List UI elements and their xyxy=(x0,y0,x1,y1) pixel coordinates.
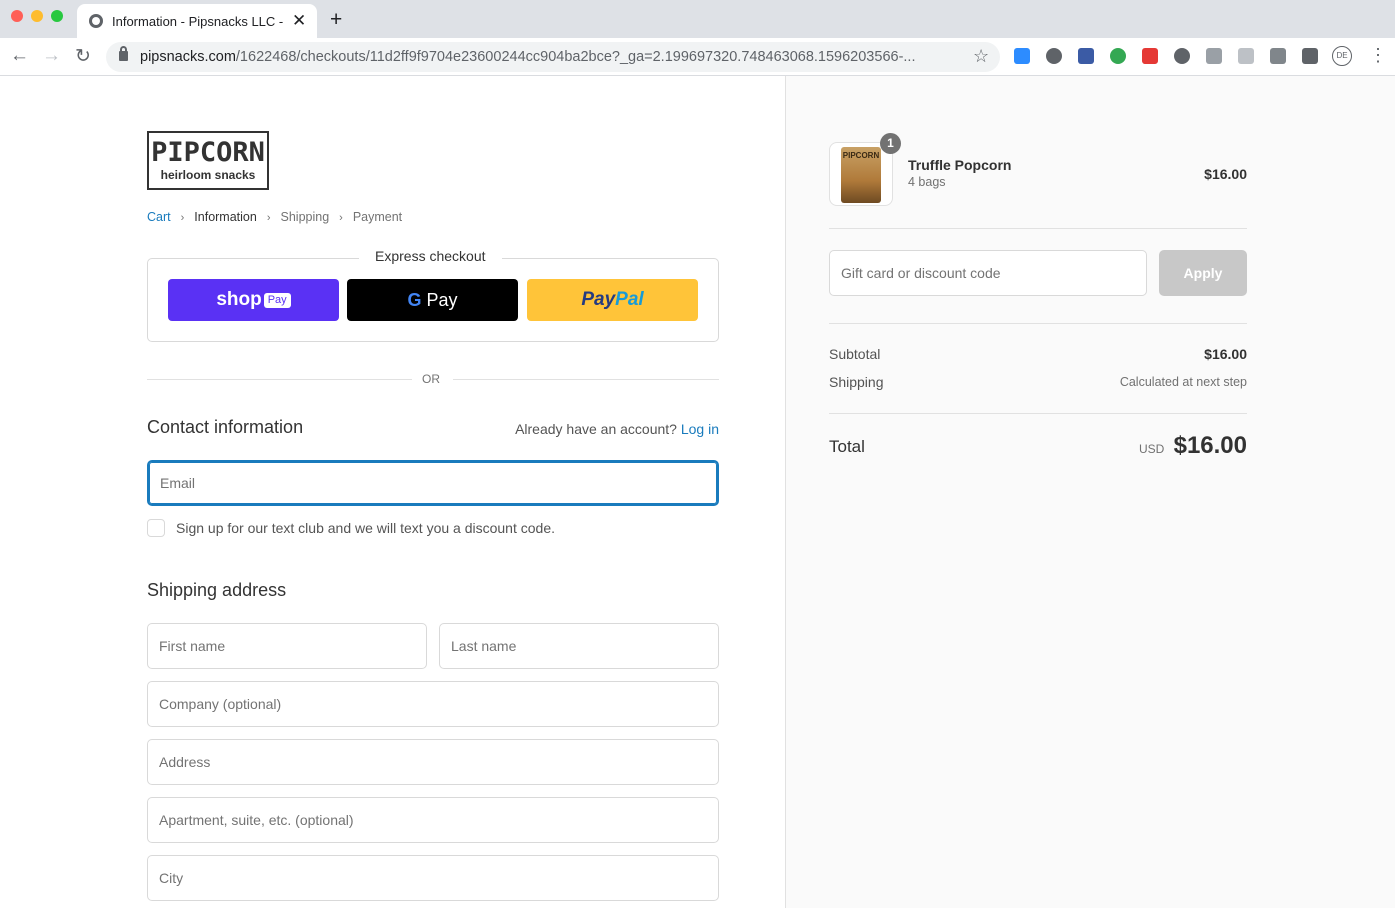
breadcrumb-information: Information xyxy=(194,210,257,224)
login-link[interactable]: Log in xyxy=(681,421,719,437)
apartment-field[interactable] xyxy=(147,797,719,843)
textclub-label: Sign up for our text club and we will te… xyxy=(176,520,555,536)
browser-tab[interactable]: Information - Pipsnacks LLC - C ✕ xyxy=(77,4,317,38)
shop-pay-button[interactable]: shop Pay xyxy=(168,279,339,321)
chevron-right-icon: › xyxy=(180,212,185,224)
google-g-icon: G xyxy=(407,290,422,310)
breadcrumb: Cart › Information › Shipping › Payment xyxy=(147,210,402,224)
divider xyxy=(453,379,719,380)
last-name-field[interactable] xyxy=(439,623,719,669)
bookmark-star-icon[interactable]: ☆ xyxy=(973,46,989,67)
tab-title: Information - Pipsnacks LLC - C xyxy=(112,14,284,29)
green-extension-icon[interactable] xyxy=(1110,48,1126,64)
pipcorn-logo[interactable]: PIPCORN heirloom snacks xyxy=(147,131,269,190)
reload-icon[interactable]: ↻ xyxy=(75,45,91,68)
or-divider-text: OR xyxy=(422,372,440,386)
breadcrumb-cart[interactable]: Cart xyxy=(147,210,171,224)
order-summary xyxy=(785,76,1395,908)
city-field[interactable] xyxy=(147,855,719,901)
gear-extension-icon[interactable] xyxy=(1174,48,1190,64)
company-field[interactable] xyxy=(147,681,719,727)
back-icon[interactable]: ← xyxy=(10,45,29,67)
google-pay-button[interactable]: G Pay xyxy=(347,279,518,321)
chevron-right-icon: › xyxy=(266,212,271,224)
copy-extension-icon[interactable] xyxy=(1270,48,1286,64)
textclub-checkbox[interactable] xyxy=(147,519,165,537)
paypal-button[interactable]: PayPal xyxy=(527,279,698,321)
contact-heading: Contact information xyxy=(147,417,304,437)
breadcrumb-payment: Payment xyxy=(352,210,403,224)
puzzle-icon[interactable] xyxy=(1302,48,1318,64)
express-checkout-title: Express checkout xyxy=(359,248,502,264)
new-tab-button[interactable]: + xyxy=(330,8,342,32)
discount-code-field[interactable] xyxy=(829,250,1147,296)
url-text[interactable]: pipsnacks.com/1622468/checkouts/11d2ff9f… xyxy=(140,49,958,65)
globe-icon xyxy=(89,14,103,28)
grammar-extension-icon[interactable] xyxy=(1078,48,1094,64)
close-window-button[interactable] xyxy=(11,10,23,22)
lines-extension-icon[interactable] xyxy=(1206,48,1222,64)
shipping-heading: Shipping address xyxy=(147,580,287,600)
maximize-window-button[interactable] xyxy=(51,10,63,22)
zoom-extension-icon[interactable] xyxy=(1014,48,1030,64)
lock-icon xyxy=(119,46,128,61)
browser-tab-strip: Information - Pipsnacks LLC - C ✕ + xyxy=(0,0,1395,38)
browser-toolbar: ← → ↻ pipsnacks.com/1622468/checkouts/11… xyxy=(0,38,1395,76)
first-name-field[interactable] xyxy=(147,623,427,669)
lock-extension-icon[interactable] xyxy=(1142,48,1158,64)
breadcrumb-shipping: Shipping xyxy=(280,210,330,224)
checkout-main: PIPCORN heirloom snacks Cart › Information… xyxy=(0,76,785,908)
recycle-extension-icon[interactable] xyxy=(1046,48,1062,64)
account-prompt: Already have an account? Log in xyxy=(515,421,719,437)
profile-avatar[interactable]: DE xyxy=(1332,46,1352,66)
divider xyxy=(147,379,412,380)
code-extension-icon[interactable] xyxy=(1238,48,1254,64)
email-field[interactable] xyxy=(147,460,719,506)
minimize-window-button[interactable] xyxy=(31,10,43,22)
address-field[interactable] xyxy=(147,739,719,785)
address-bar[interactable]: pipsnacks.com/1622468/checkouts/11d2ff9f… xyxy=(106,42,1000,72)
chevron-right-icon: › xyxy=(339,212,343,224)
browser-menu-icon[interactable]: ⋮ xyxy=(1369,45,1387,66)
close-tab-icon[interactable]: ✕ xyxy=(292,11,306,31)
forward-icon[interactable]: → xyxy=(42,45,61,67)
